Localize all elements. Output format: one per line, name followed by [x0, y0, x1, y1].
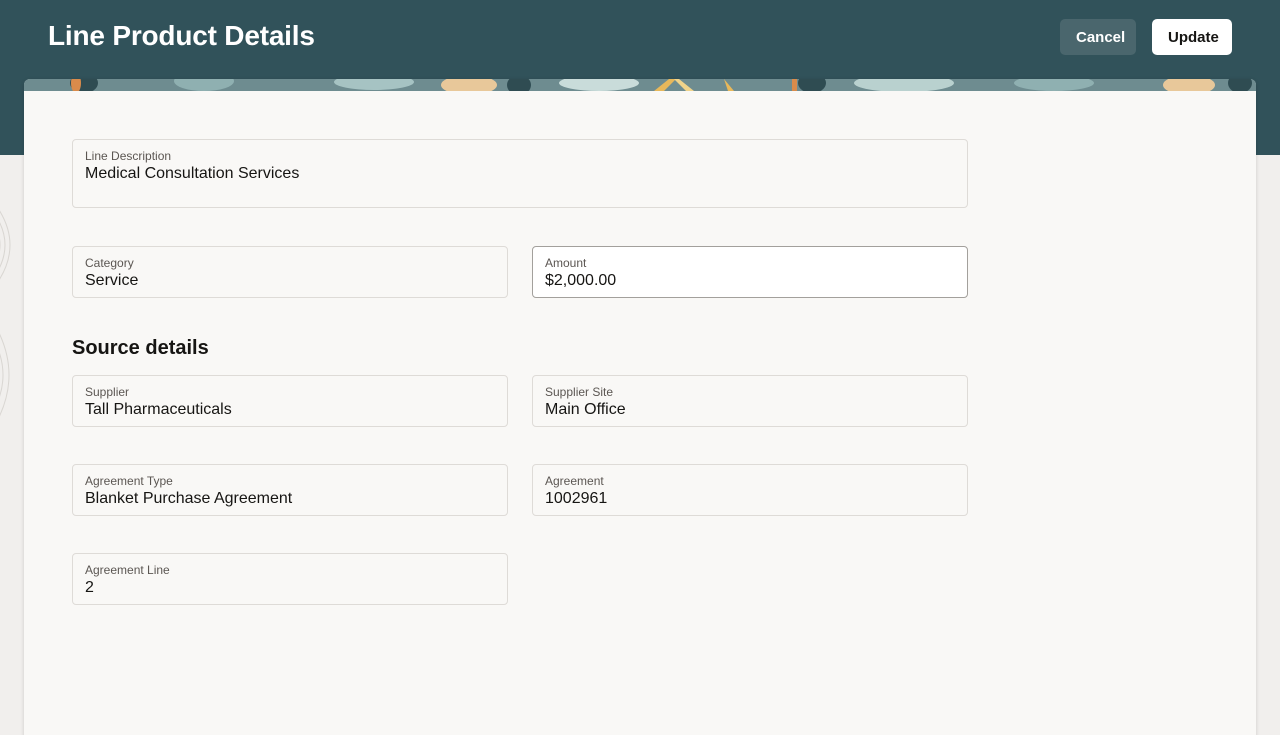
agreement-value: 1002961: [545, 490, 608, 507]
line-description-value: Medical Consultation Services: [85, 165, 300, 182]
category-field[interactable]: Category Service: [72, 246, 508, 298]
line-description-label: Line Description: [85, 149, 172, 163]
cancel-button[interactable]: Cancel: [1060, 19, 1136, 55]
agreement-label: Agreement: [545, 474, 604, 488]
category-label: Category: [85, 256, 134, 270]
supplier-site-field[interactable]: Supplier Site Main Office: [532, 375, 968, 427]
agreement-type-label: Agreement Type: [85, 474, 173, 488]
decorative-banner: [24, 79, 1256, 91]
agreement-type-value: Blanket Purchase Agreement: [85, 490, 293, 507]
line-description-field[interactable]: Line Description Medical Consultation Se…: [72, 139, 968, 208]
update-button[interactable]: Update: [1152, 19, 1232, 55]
amount-label: Amount: [545, 256, 587, 270]
supplier-value: Tall Pharmaceuticals: [85, 401, 232, 418]
agreement-line-value: 2: [85, 579, 94, 596]
background-pattern: [0, 210, 11, 416]
supplier-label: Supplier: [85, 385, 130, 399]
agreement-line-label: Agreement Line: [85, 563, 170, 577]
agreement-line-field[interactable]: Agreement Line 2: [72, 553, 508, 605]
amount-value[interactable]: $2,000.00: [545, 272, 616, 290]
supplier-site-value: Main Office: [545, 401, 626, 418]
category-value: Service: [85, 272, 139, 289]
source-details-heading: Source details: [72, 337, 209, 359]
agreement-field[interactable]: Agreement 1002961: [532, 464, 968, 516]
details-card: Line Description Medical Consultation Se…: [24, 79, 1256, 735]
supplier-site-label: Supplier Site: [545, 385, 614, 399]
agreement-type-field[interactable]: Agreement Type Blanket Purchase Agreemen…: [72, 464, 508, 516]
page-title: Line Product Details: [48, 20, 315, 51]
amount-field[interactable]: Amount $2,000.00: [532, 246, 968, 298]
supplier-field[interactable]: Supplier Tall Pharmaceuticals: [72, 375, 508, 427]
